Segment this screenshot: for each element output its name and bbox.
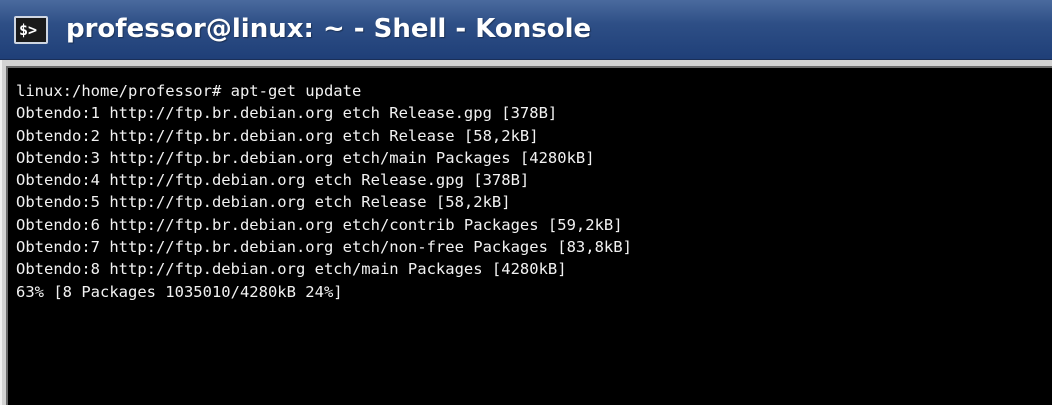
window-titlebar[interactable]: $> professor@linux: ~ - Shell - Konsole — [0, 0, 1052, 60]
konsole-terminal-icon[interactable]: $> — [14, 16, 48, 44]
terminal-line: Obtendo:1 http://ftp.br.debian.org etch … — [16, 104, 558, 123]
terminal-line: Obtendo:7 http://ftp.br.debian.org etch/… — [16, 238, 632, 257]
terminal-line: Obtendo:3 http://ftp.br.debian.org etch/… — [16, 148, 595, 167]
terminal-progress-line: 63% [8 Packages 1035010/4280kB 24%] — [16, 282, 343, 301]
terminal-line: linux:/home/professor# apt-get update — [16, 82, 362, 100]
terminal-line: Obtendo:5 http://ftp.debian.org etch Rel… — [16, 193, 511, 212]
window-title: professor@linux: ~ - Shell - Konsole — [66, 14, 592, 44]
terminal-line: Obtendo:4 http://ftp.debian.org etch Rel… — [16, 171, 530, 190]
terminal-line: Obtendo:8 http://ftp.debian.org etch/mai… — [16, 260, 567, 279]
terminal-line: Obtendo:6 http://ftp.br.debian.org etch/… — [16, 215, 623, 234]
terminal-line: Obtendo:2 http://ftp.br.debian.org etch … — [16, 126, 539, 145]
konsole-window: $> professor@linux: ~ - Shell - Konsole … — [0, 0, 1052, 405]
terminal-output[interactable]: linux:/home/professor# apt-get update Ob… — [6, 66, 1052, 405]
